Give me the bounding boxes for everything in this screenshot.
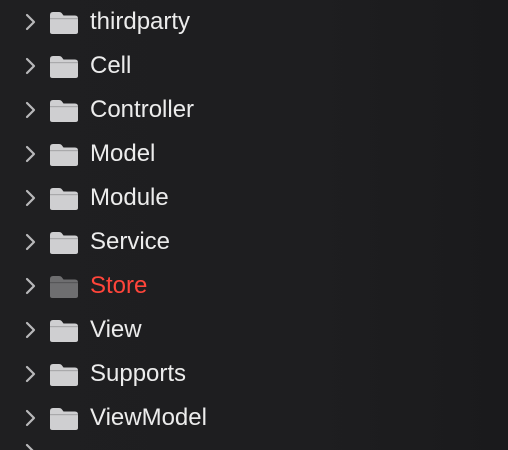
tree-row-module[interactable]: Module bbox=[0, 176, 508, 220]
tree-row-partial[interactable] bbox=[0, 440, 508, 450]
tree-row-store[interactable]: Store bbox=[0, 264, 508, 308]
tree-row-label: thirdparty bbox=[90, 8, 191, 35]
chevron-right-icon[interactable] bbox=[23, 232, 39, 252]
chevron-right-icon[interactable] bbox=[23, 276, 39, 296]
tree-row-label: Module bbox=[90, 184, 169, 211]
chevron-right-icon[interactable] bbox=[23, 364, 39, 384]
folder-icon bbox=[48, 275, 79, 299]
tree-row-service[interactable]: Service bbox=[0, 220, 508, 264]
folder-icon bbox=[48, 99, 79, 123]
folder-icon bbox=[48, 11, 79, 35]
project-navigator: thirdparty Cell Controller Model Module … bbox=[0, 0, 508, 450]
tree-row-model[interactable]: Model bbox=[0, 132, 508, 176]
folder-icon bbox=[48, 55, 79, 79]
tree-row-label: Model bbox=[90, 140, 156, 167]
tree-row-label: View bbox=[90, 316, 142, 343]
tree-row-thirdparty[interactable]: thirdparty bbox=[0, 0, 508, 44]
chevron-right-icon[interactable] bbox=[23, 100, 39, 120]
tree-row-cell[interactable]: Cell bbox=[0, 44, 508, 88]
chevron-right-icon[interactable] bbox=[23, 188, 39, 208]
tree-row-viewmodel[interactable]: ViewModel bbox=[0, 396, 508, 440]
tree-row-label: Cell bbox=[90, 52, 132, 79]
chevron-right-icon[interactable] bbox=[23, 442, 39, 450]
tree-row-label: Controller bbox=[90, 96, 195, 123]
folder-icon bbox=[48, 187, 79, 211]
chevron-right-icon[interactable] bbox=[23, 12, 39, 32]
tree-row-label: Store bbox=[90, 272, 148, 299]
folder-icon bbox=[48, 231, 79, 255]
chevron-right-icon[interactable] bbox=[23, 144, 39, 164]
tree-row-controller[interactable]: Controller bbox=[0, 88, 508, 132]
folder-icon bbox=[48, 363, 79, 387]
tree-row-supports[interactable]: Supports bbox=[0, 352, 508, 396]
tree-row-label: Supports bbox=[90, 360, 187, 387]
chevron-right-icon[interactable] bbox=[23, 320, 39, 340]
tree-row-label: Service bbox=[90, 228, 171, 255]
tree-row-label: ViewModel bbox=[90, 404, 207, 431]
folder-icon bbox=[48, 319, 79, 343]
chevron-right-icon[interactable] bbox=[23, 408, 39, 428]
folder-icon bbox=[48, 407, 79, 431]
tree-row-view[interactable]: View bbox=[0, 308, 508, 352]
folder-icon bbox=[48, 143, 79, 167]
chevron-right-icon[interactable] bbox=[23, 56, 39, 76]
